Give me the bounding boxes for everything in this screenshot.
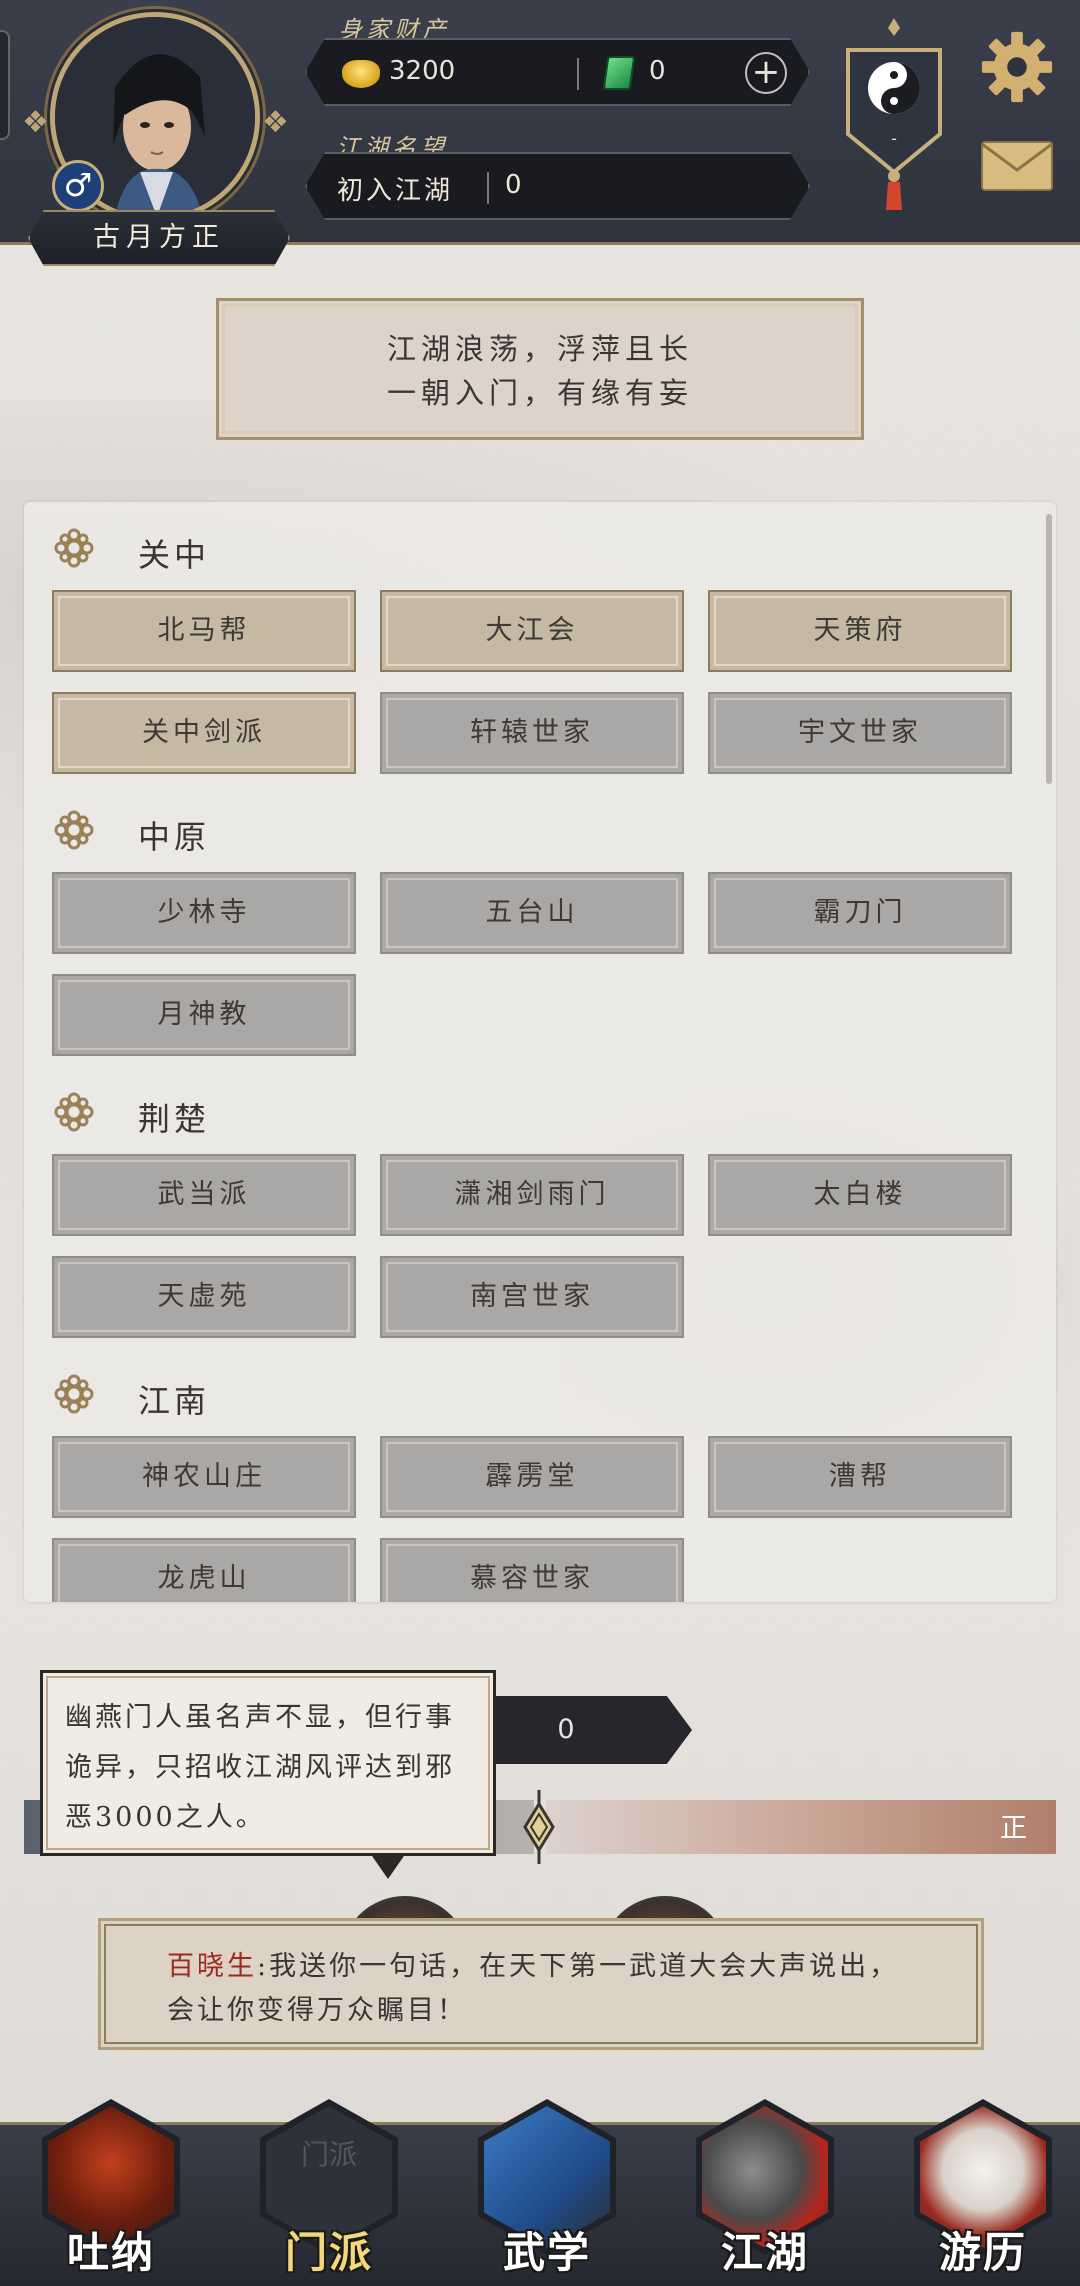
nav-label: 门派 <box>284 2228 373 2277</box>
motto-banner: 江湖浪荡，浮萍且长 一朝入门，有缘有妄 <box>216 298 864 440</box>
npc-dialog-box[interactable]: 百晓生:我送你一句话，在天下第一武道大会大声说出，会让你变得万众瞩目！ <box>98 1918 984 2050</box>
nav-tuna[interactable]: 吐纳 <box>32 2099 190 2286</box>
region-name: 荆楚 <box>138 1100 211 1138</box>
sect-ghost-text: 门派 <box>300 2138 357 2171</box>
settings-gear-icon[interactable] <box>978 28 1056 106</box>
sect-button-beimabang[interactable]: 北马帮 <box>52 590 356 672</box>
ornament-left-icon: ❖ <box>22 105 49 140</box>
reputation-righteous-bar <box>546 1800 1056 1854</box>
gold-amount: 3200 <box>389 56 456 86</box>
mail-envelope-icon[interactable] <box>980 140 1054 192</box>
sect-button-xiaoxiangjianyumen[interactable]: 潇湘剑雨门 <box>380 1154 684 1236</box>
taiji-emblem-icon[interactable]: - <box>834 14 954 214</box>
gold-ingot-icon <box>342 60 380 88</box>
nav-label: 游历 <box>938 2228 1027 2277</box>
fame-bar: 初入江湖 0 <box>305 152 810 220</box>
sect-button-guanzhongjianpai[interactable]: 关中剑派 <box>52 692 356 774</box>
sect-button-dajianghui[interactable]: 大江会 <box>380 590 684 672</box>
motto-line-1: 江湖浪荡，浮萍且长 <box>386 332 693 366</box>
divider <box>487 172 489 204</box>
region-name: 江南 <box>138 1382 211 1420</box>
speaker-name: 百晓生 <box>167 1951 257 1982</box>
sect-button-yuwenshijia[interactable]: 宇文世家 <box>708 692 1012 774</box>
sect-button-longhushan[interactable]: 龙虎山 <box>52 1538 356 1602</box>
jade-icon <box>602 56 636 90</box>
nav-label: 吐纳 <box>66 2228 155 2277</box>
add-currency-button[interactable]: + <box>745 52 787 94</box>
side-drawer-handle[interactable] <box>0 30 10 140</box>
nav-label: 武学 <box>502 2228 591 2277</box>
speaker-separator: : <box>257 1951 270 1982</box>
sect-button-caobang[interactable]: 漕帮 <box>708 1436 1012 1518</box>
lotus-icon <box>54 1092 94 1132</box>
top-header: ♂ ❖ ❖ 古月方正 身家财产 3200 0 + 江湖名望 初入江湖 0 - <box>0 0 1080 266</box>
motto-line-2: 一朝入门，有缘有妄 <box>386 376 693 410</box>
ornament-right-icon: ❖ <box>262 105 289 140</box>
sect-button-piliitang[interactable]: 霹雳堂 <box>380 1436 684 1518</box>
lotus-icon <box>54 810 94 850</box>
fame-value: 0 <box>505 170 522 200</box>
sect-button-yueshenjiao[interactable]: 月神教 <box>52 974 356 1056</box>
sect-button-nangongshijia[interactable]: 南宫世家 <box>380 1256 684 1338</box>
sect-button-taibailou[interactable]: 太白楼 <box>708 1154 1012 1236</box>
sect-button-wudangpai[interactable]: 武当派 <box>52 1154 356 1236</box>
nav-label: 江湖 <box>720 2228 809 2277</box>
bottom-navigation: 吐纳 门派 门派 武学 江湖 游历 <box>0 2099 1080 2286</box>
nav-youli[interactable]: 游历 <box>904 2099 1062 2286</box>
sect-list-panel[interactable]: 关中 北马帮 大江会 天策府 关中剑派 轩辕世家 宇文世家 中原 少林寺 五台山… <box>24 502 1056 1602</box>
nav-wuxue[interactable]: 武学 <box>468 2099 626 2286</box>
divider <box>577 58 579 90</box>
sect-requirement-tooltip: 幽燕门人虽名声不显，但行事诡异，只招收江湖风评达到邪恶3000之人。 <box>40 1670 496 1856</box>
lotus-icon <box>54 528 94 568</box>
lotus-icon <box>54 1374 94 1414</box>
sect-button-badaomen[interactable]: 霸刀门 <box>708 872 1012 954</box>
sect-button-tianxuyuan[interactable]: 天虚苑 <box>52 1256 356 1338</box>
player-name: 古月方正 <box>28 210 290 266</box>
jade-amount: 0 <box>649 56 666 86</box>
sect-button-xuanyuanshijia[interactable]: 轩辕世家 <box>380 692 684 774</box>
reputation-marker-icon <box>523 1790 555 1864</box>
sect-button-shaolinsi[interactable]: 少林寺 <box>52 872 356 954</box>
assets-bar: 3200 0 + <box>305 38 810 106</box>
region-name: 中原 <box>138 818 211 856</box>
nav-jianghu[interactable]: 江湖 <box>686 2099 844 2286</box>
scrollbar[interactable] <box>1046 514 1052 784</box>
fame-title: 初入江湖 <box>337 176 454 206</box>
emblem-text: - <box>891 129 897 148</box>
nav-menpai[interactable]: 门派 门派 <box>250 2099 408 2286</box>
sect-button-wutaishan[interactable]: 五台山 <box>380 872 684 954</box>
sect-button-tiancefu[interactable]: 天策府 <box>708 590 1012 672</box>
gender-male-icon: ♂ <box>52 160 104 212</box>
dialog-text: 我送你一句话，在天下第一武道大会大声说出，会让你变得万众瞩目！ <box>167 1951 900 2026</box>
tooltip-pointer <box>370 1853 406 1879</box>
region-name: 关中 <box>138 536 211 574</box>
sect-button-shennongshanzhuang[interactable]: 神农山庄 <box>52 1436 356 1518</box>
sect-button-murongshijia[interactable]: 慕容世家 <box>380 1538 684 1602</box>
righteous-label: 正 <box>1000 1813 1027 1844</box>
